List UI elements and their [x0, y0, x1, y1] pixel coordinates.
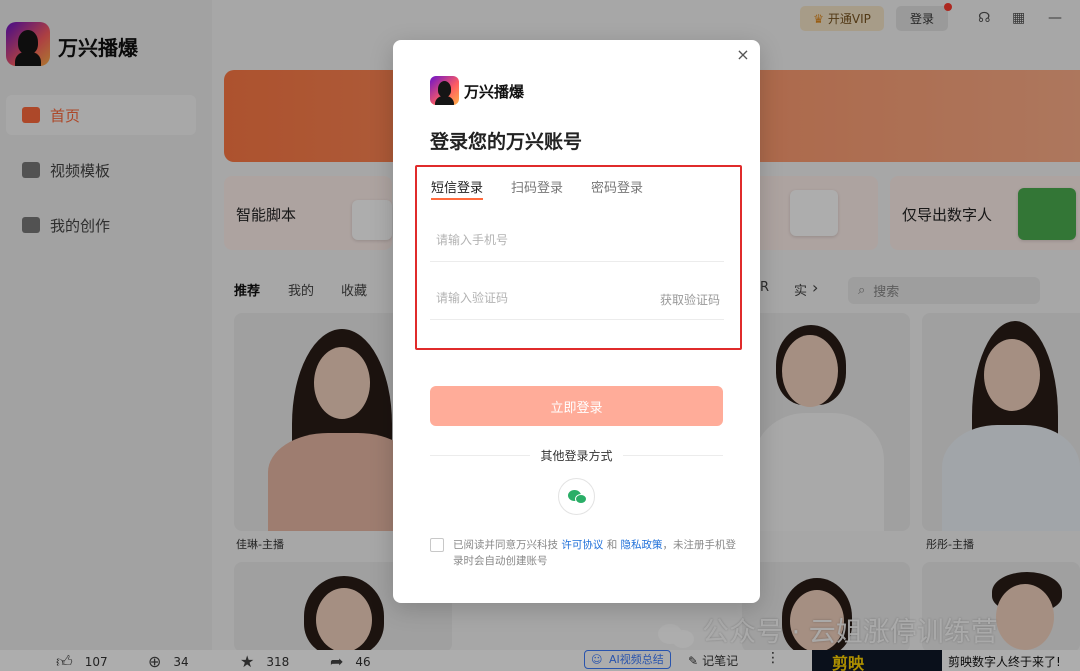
dialog-title: 登录您的万兴账号 — [430, 131, 583, 153]
privacy-policy-link[interactable]: 隐私政策 — [621, 539, 663, 551]
active-tab-indicator — [431, 198, 483, 200]
agreement-checkbox[interactable] — [430, 538, 444, 552]
login-dialog: × 万兴播爆 登录您的万兴账号 短信登录 扫码登录 密码登录 获取验证码 立即登… — [393, 40, 760, 603]
get-code-button[interactable]: 获取验证码 — [660, 291, 720, 308]
verification-code-input[interactable] — [436, 288, 636, 308]
phone-input[interactable] — [436, 230, 636, 250]
brand-name: 万兴播爆 — [464, 83, 525, 101]
wechat-login-button[interactable] — [558, 478, 595, 515]
other-login-methods-label: 其他登录方式 — [540, 449, 613, 463]
close-icon[interactable]: × — [734, 46, 752, 64]
tab-sms-login[interactable]: 短信登录 — [431, 177, 483, 196]
license-agreement-link[interactable]: 许可协议 — [561, 539, 603, 551]
login-submit-button[interactable]: 立即登录 — [430, 386, 723, 426]
code-field: 获取验证码 — [430, 280, 724, 320]
brand-logo — [430, 76, 459, 105]
tab-password-login[interactable]: 密码登录 — [591, 177, 643, 196]
phone-field — [430, 222, 724, 262]
tab-qr-login[interactable]: 扫码登录 — [511, 177, 563, 196]
agreement-text: 已阅读并同意万兴科技 许可协议 和 隐私政策，未注册手机登录时会自动创建账号 — [453, 539, 737, 567]
